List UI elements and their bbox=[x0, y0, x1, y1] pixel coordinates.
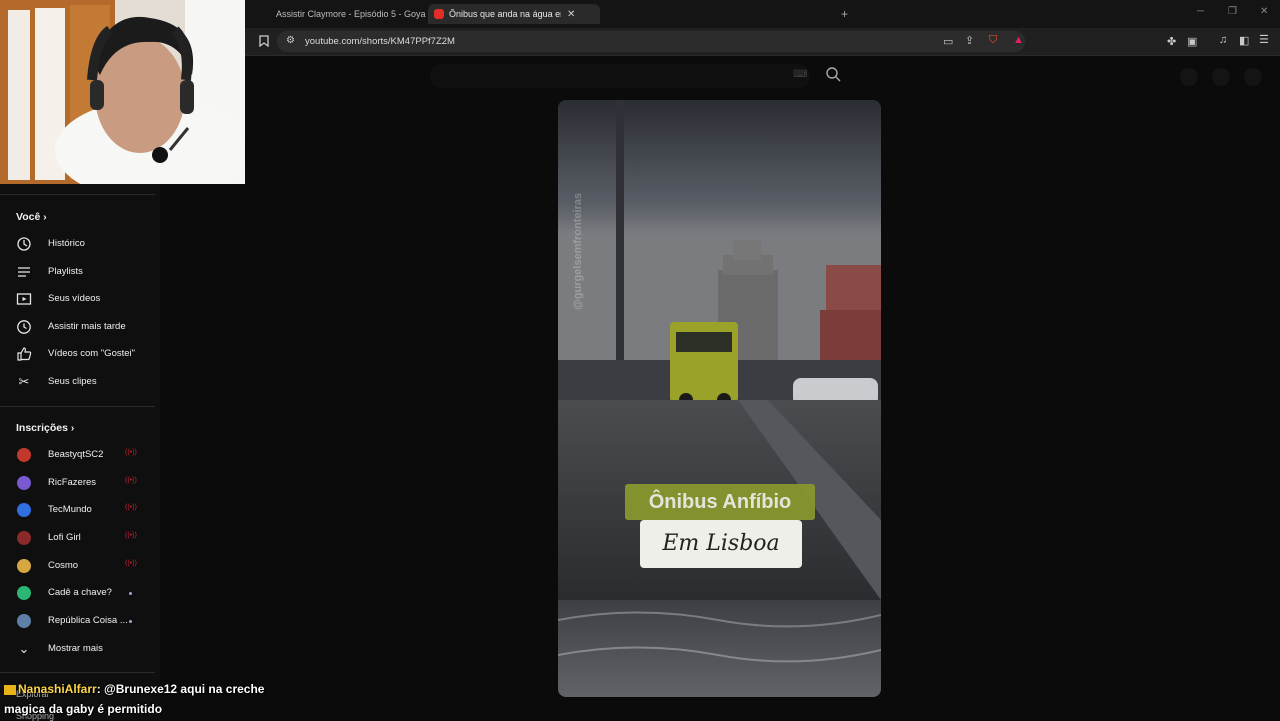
tab-label: Assistir Claymore - Episódio 5 - Goya bbox=[276, 9, 426, 19]
sidebar-item-playlists[interactable]: Playlists bbox=[0, 260, 160, 286]
live-indicator-icon: ((•)) bbox=[125, 560, 137, 567]
subscription-item[interactable]: Cosmo ((•)) bbox=[0, 554, 160, 580]
subscription-item[interactable]: TecMundo ((•)) bbox=[0, 498, 160, 524]
new-content-dot bbox=[129, 592, 132, 595]
divider bbox=[0, 672, 155, 673]
notifications-icon[interactable] bbox=[1212, 68, 1230, 86]
sidebar-item-label: Assistir mais tarde bbox=[48, 321, 126, 332]
browser-toolbar: ⚙ youtube.com/shorts/KM47PPf7Z2M ▭ ⇪ ⛉ ▲… bbox=[245, 28, 1280, 56]
history-icon bbox=[16, 236, 32, 252]
live-indicator-icon: ((•)) bbox=[125, 477, 137, 484]
live-indicator-icon: ((•)) bbox=[125, 532, 137, 539]
video-title-overlay: Ônibus Anfíbio bbox=[625, 484, 815, 520]
minimize-icon[interactable]: ─ bbox=[1197, 6, 1204, 17]
subscription-item[interactable]: BeastyqtSC2 ((•)) bbox=[0, 443, 160, 469]
sidebar-item-watch-later[interactable]: Assistir mais tarde bbox=[0, 315, 160, 341]
avatar[interactable] bbox=[1244, 68, 1262, 86]
divider bbox=[0, 194, 155, 195]
playlists-icon bbox=[16, 264, 32, 280]
brave-rewards-icon[interactable]: ▲ bbox=[1013, 34, 1024, 46]
menu-icon[interactable]: ☰ bbox=[1259, 33, 1269, 46]
stream-chat-message: NanashiAlfarr: @Brunexe12 aqui na creche… bbox=[4, 679, 304, 719]
search-bar[interactable] bbox=[430, 64, 810, 88]
live-indicator-icon: ((•)) bbox=[125, 504, 137, 511]
channel-name: RicFazeres bbox=[48, 477, 97, 488]
new-content-dot bbox=[129, 620, 132, 623]
channel-name: República Coisa ... bbox=[48, 615, 128, 626]
sidebar-item-label: Seus vídeos bbox=[48, 293, 101, 304]
restore-icon[interactable]: ❐ bbox=[1228, 6, 1237, 17]
live-indicator-icon: ((•)) bbox=[125, 449, 137, 456]
shorts-video-player[interactable]: @gurgelsemfronteiras bbox=[558, 100, 881, 697]
channel-avatar bbox=[17, 614, 31, 628]
share-icon[interactable]: ⇪ bbox=[965, 34, 974, 47]
watch-later-icon bbox=[16, 319, 32, 335]
tab-claymore[interactable]: Assistir Claymore - Episódio 5 - Goya bbox=[265, 4, 427, 24]
sidebar-item-liked-videos[interactable]: Vídeos com "Gostei" bbox=[0, 342, 160, 368]
youtube-favicon-icon bbox=[434, 9, 444, 19]
video-watermark: @gurgelsemfronteiras bbox=[572, 192, 584, 310]
chat-username: NanashiAlfarr bbox=[18, 682, 97, 696]
browser-title-bar: Assistir Claymore - Episódio 5 - Goya Ôn… bbox=[245, 0, 1280, 28]
youtube-sidebar: Você › Histórico Playlists Seus vídeos A… bbox=[0, 184, 160, 721]
address-bar[interactable]: ⚙ youtube.com/shorts/KM47PPf7Z2M ▭ ⇪ ⛉ ▲ bbox=[277, 31, 1025, 52]
video-subtitle-overlay: Em Lisboa bbox=[640, 520, 802, 568]
tab-label: Ônibus que anda na água em bbox=[449, 9, 561, 19]
sidebar-item-label: Seus clipes bbox=[48, 376, 97, 387]
create-icon[interactable] bbox=[1180, 68, 1198, 86]
sidebar-item-history[interactable]: Histórico bbox=[0, 232, 160, 258]
subscription-item[interactable]: RicFazeres ((•)) bbox=[0, 471, 160, 497]
sidebar-item-label: Playlists bbox=[48, 266, 83, 277]
media-icon[interactable]: ♫ bbox=[1219, 34, 1227, 46]
show-more-label: Mostrar mais bbox=[48, 643, 103, 654]
show-more-button[interactable]: ⌄ Mostrar mais bbox=[0, 637, 160, 663]
sidebar-item-your-clips[interactable]: ✂ Seus clipes bbox=[0, 370, 160, 396]
channel-name: BeastyqtSC2 bbox=[48, 449, 104, 460]
channel-avatar bbox=[17, 586, 31, 600]
channel-name: TecMundo bbox=[48, 504, 92, 515]
channel-name: Lofi Girl bbox=[48, 532, 81, 543]
channel-avatar bbox=[17, 448, 31, 462]
channel-name: Cadê a chave? bbox=[48, 587, 112, 598]
sidebar-item-label: Vídeos com "Gostei" bbox=[48, 348, 136, 359]
brave-shield-icon[interactable]: ⛉ bbox=[989, 34, 997, 47]
video-frame bbox=[558, 100, 881, 697]
subscription-item[interactable]: República Coisa ... bbox=[0, 609, 160, 635]
cast-icon[interactable]: ▭ bbox=[943, 35, 953, 48]
channel-name: Cosmo bbox=[48, 560, 79, 571]
sidebar-item-label: Histórico bbox=[48, 238, 85, 249]
scissors-icon: ✂ bbox=[18, 374, 30, 389]
close-tab-icon[interactable]: ✕ bbox=[567, 9, 575, 20]
divider bbox=[0, 406, 155, 407]
keyboard-icon[interactable]: ⌨ bbox=[793, 69, 807, 80]
subscription-item[interactable]: Lofi Girl ((•)) bbox=[0, 526, 160, 552]
webcam-overlay bbox=[0, 0, 245, 184]
site-info-icon[interactable]: ⚙ bbox=[286, 35, 295, 46]
chevron-right-icon: › bbox=[43, 212, 47, 223]
extensions-icon[interactable]: ✤ bbox=[1167, 35, 1176, 48]
subscriptions-section-title[interactable]: Inscrições › bbox=[16, 422, 74, 434]
search-icon[interactable] bbox=[825, 66, 841, 87]
channel-avatar bbox=[17, 503, 31, 517]
close-window-icon[interactable]: ✕ bbox=[1260, 6, 1268, 17]
channel-avatar bbox=[17, 531, 31, 545]
channel-avatar bbox=[17, 559, 31, 573]
wallet-icon[interactable]: ▣ bbox=[1187, 35, 1197, 48]
bookmark-icon[interactable] bbox=[259, 35, 269, 50]
sidebar-toggle-icon[interactable]: ◧ bbox=[1239, 34, 1249, 47]
channel-avatar bbox=[17, 476, 31, 490]
subscription-item[interactable]: Cadê a chave? bbox=[0, 581, 160, 607]
chevron-down-icon: ⌄ bbox=[18, 641, 30, 656]
tab-youtube-short[interactable]: Ônibus que anda na água em ✕ bbox=[428, 4, 600, 24]
new-tab-button[interactable]: + bbox=[841, 7, 848, 21]
your-videos-icon bbox=[16, 291, 32, 307]
sidebar-item-your-videos[interactable]: Seus vídeos bbox=[0, 287, 160, 313]
chat-badge-icon bbox=[4, 684, 16, 695]
chevron-right-icon: › bbox=[70, 423, 75, 434]
you-section-title[interactable]: Você › bbox=[16, 211, 47, 223]
url-text: youtube.com/shorts/KM47PPf7Z2M bbox=[305, 36, 455, 47]
thumbs-up-icon bbox=[16, 346, 32, 362]
